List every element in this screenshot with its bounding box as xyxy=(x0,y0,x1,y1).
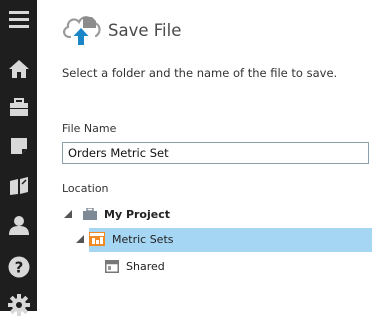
tree-item-metric-sets[interactable]: Metric Sets xyxy=(75,228,372,252)
expand-arrow-icon[interactable] xyxy=(63,210,73,218)
shared-folder-icon xyxy=(105,259,119,273)
svg-text:?: ? xyxy=(14,259,23,277)
expand-arrow-icon[interactable] xyxy=(75,235,85,243)
dialog-title: Save File xyxy=(108,21,182,40)
note-icon[interactable] xyxy=(0,136,37,156)
tree-item-my-project[interactable]: My Project xyxy=(63,203,170,225)
file-name-label: File Name xyxy=(62,122,117,135)
help-icon[interactable]: ? xyxy=(0,256,37,278)
book-icon[interactable] xyxy=(0,176,37,196)
save-file-dialog: Save File Select a folder and the name o… xyxy=(37,0,384,311)
tree-item-label: Metric Sets xyxy=(112,232,174,246)
briefcase-icon[interactable] xyxy=(0,97,37,117)
tree-item-label: Shared xyxy=(126,259,165,273)
tree-item-shared[interactable]: Shared xyxy=(105,255,165,277)
tree-item-label: My Project xyxy=(104,207,170,221)
file-name-input[interactable] xyxy=(62,142,369,164)
project-icon xyxy=(83,208,97,220)
metric-set-folder-icon xyxy=(89,232,105,246)
menu-icon[interactable] xyxy=(0,8,37,30)
instructions-text: Select a folder and the name of the file… xyxy=(62,66,338,80)
home-icon[interactable] xyxy=(0,59,37,79)
sidebar: ? xyxy=(0,0,37,316)
user-icon[interactable] xyxy=(0,215,37,235)
settings-icon[interactable] xyxy=(0,294,37,316)
cloud-upload-icon xyxy=(61,12,103,50)
location-label: Location xyxy=(62,182,109,195)
